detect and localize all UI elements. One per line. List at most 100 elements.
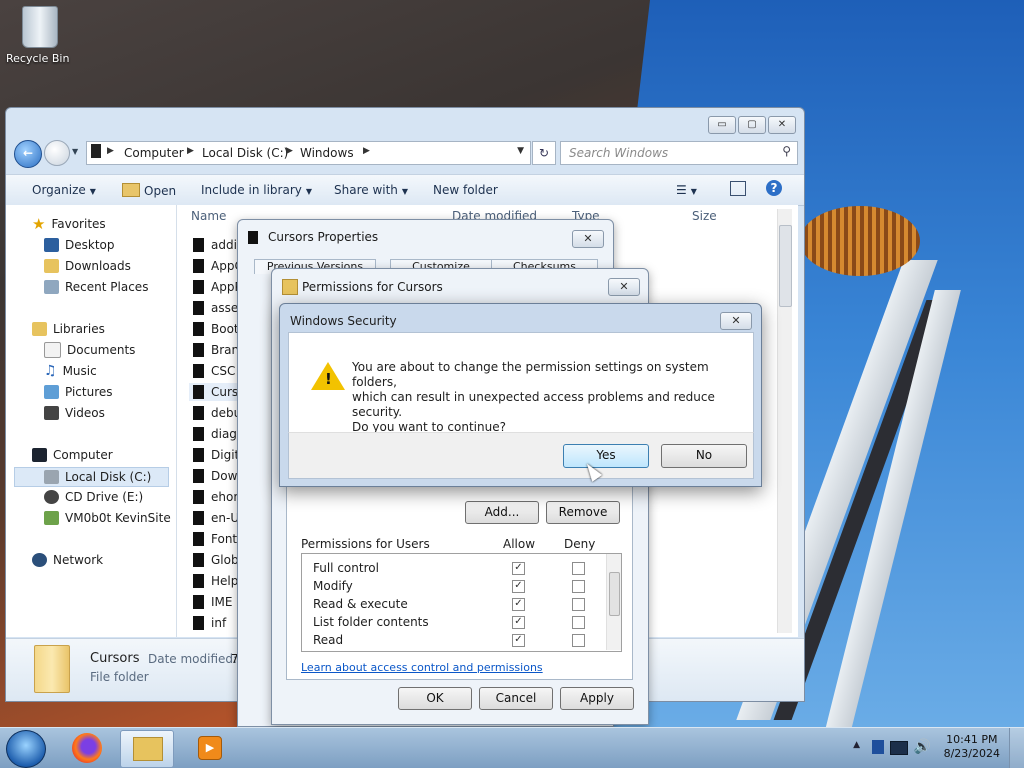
deny-checkbox[interactable] [572, 616, 585, 629]
deny-checkbox[interactable] [572, 562, 585, 575]
scrollbar-thumb[interactable] [779, 225, 792, 307]
nav-local-disk[interactable]: Local Disk (C:) [14, 467, 169, 487]
allow-checkbox[interactable]: ✓ [512, 580, 525, 593]
nav-vm-share[interactable]: VM0b0t KevinSite [44, 509, 171, 527]
breadcrumb-local-disk[interactable]: Local Disk (C:) [202, 146, 288, 160]
scrollbar-thumb[interactable] [609, 572, 620, 616]
breadcrumb-chevron-icon[interactable]: ▶ [286, 146, 293, 156]
open-button[interactable]: Open [122, 183, 176, 198]
folder-small-icon [91, 144, 101, 158]
nav-libraries[interactable]: Libraries [32, 320, 105, 338]
new-folder-button[interactable]: New folder [433, 183, 498, 197]
yes-button[interactable]: Yes [563, 444, 649, 468]
list-item[interactable]: Fonts [193, 530, 243, 548]
list-item[interactable]: Curs [189, 383, 239, 401]
close-button[interactable]: ✕ [572, 230, 604, 248]
minimize-button[interactable]: ▭ [708, 116, 736, 134]
cancel-button[interactable]: Cancel [479, 687, 553, 710]
dialog-title: Permissions for Cursors [302, 280, 443, 294]
deny-checkbox[interactable] [572, 580, 585, 593]
search-input[interactable]: Search Windows ⚲ [560, 141, 798, 165]
list-item[interactable]: en-U [193, 509, 239, 527]
list-item[interactable]: Help [193, 572, 238, 590]
nav-network[interactable]: Network [32, 551, 103, 569]
nav-downloads[interactable]: Downloads [44, 257, 131, 275]
column-size[interactable]: Size [692, 209, 717, 223]
allow-checkbox[interactable]: ✓ [512, 634, 525, 647]
clock[interactable]: 10:41 PM 8/23/2024 [944, 733, 1000, 761]
list-item[interactable]: Boot [193, 320, 239, 338]
ok-button[interactable]: OK [398, 687, 472, 710]
add-button[interactable]: Add... [465, 501, 539, 524]
forward-button[interactable] [44, 140, 70, 166]
back-button[interactable]: ← [14, 140, 42, 168]
search-icon[interactable]: ⚲ [782, 144, 791, 158]
list-item[interactable]: diagr [193, 425, 242, 443]
network-tray-icon[interactable] [890, 741, 908, 755]
nav-music[interactable]: ♫ Music [44, 362, 97, 380]
allow-checkbox[interactable]: ✓ [512, 616, 525, 629]
list-item[interactable]: AppC [193, 257, 243, 275]
list-item[interactable]: asser [193, 299, 243, 317]
refresh-button[interactable]: ↻ [532, 141, 556, 165]
explorer-taskbar-button[interactable] [120, 730, 174, 768]
nav-recent-places[interactable]: Recent Places [44, 278, 148, 296]
show-desktop-button[interactable] [1009, 728, 1024, 768]
help-icon[interactable]: ? [766, 180, 782, 196]
nav-videos[interactable]: Videos [44, 404, 105, 422]
nav-computer[interactable]: Computer [32, 446, 113, 464]
local-disk-icon [44, 470, 59, 484]
preview-pane-icon[interactable] [730, 181, 746, 196]
remove-button[interactable]: Remove [546, 501, 620, 524]
address-bar[interactable]: ▶ Computer ▶ Local Disk (C:) ▶ Windows ▶… [86, 141, 531, 165]
maximize-button[interactable]: ▢ [738, 116, 766, 134]
breadcrumb-windows[interactable]: Windows [300, 146, 354, 160]
firefox-taskbar-button[interactable] [62, 730, 114, 766]
breadcrumb-chevron-icon[interactable]: ▶ [363, 146, 370, 156]
learn-more-link[interactable]: Learn about access control and permissio… [301, 661, 543, 674]
vertical-scrollbar[interactable] [777, 209, 792, 633]
deny-checkbox[interactable] [572, 598, 585, 611]
apply-button[interactable]: Apply [560, 687, 634, 710]
permission-label: Read [313, 633, 344, 647]
view-options-icon[interactable]: ☰ ▼ [676, 183, 697, 197]
list-item[interactable]: Digit [193, 446, 239, 464]
list-item[interactable]: debu [193, 404, 241, 422]
show-hidden-icons-icon[interactable]: ▲ [853, 740, 860, 750]
close-button[interactable]: ✕ [768, 116, 796, 134]
column-name[interactable]: Name [191, 209, 226, 223]
include-in-library-button[interactable]: Include in library ▼ [201, 183, 312, 197]
breadcrumb-chevron-icon[interactable]: ▶ [187, 146, 194, 156]
list-item[interactable]: Dowr [193, 467, 242, 485]
permissions-scrollbar[interactable] [606, 554, 621, 650]
share-with-button[interactable]: Share with ▼ [334, 183, 408, 197]
nav-pictures[interactable]: Pictures [44, 383, 113, 401]
start-button[interactable] [6, 730, 46, 768]
close-button[interactable]: ✕ [720, 312, 752, 330]
breadcrumb-computer[interactable]: Computer [124, 146, 184, 160]
action-center-icon[interactable] [872, 740, 884, 754]
no-button[interactable]: No [661, 444, 747, 468]
nav-cd-drive[interactable]: CD Drive (E:) [44, 488, 143, 506]
list-item[interactable]: Glob [193, 551, 239, 569]
organize-button[interactable]: Organize ▼ [32, 183, 96, 197]
recycle-bin-desktop-icon[interactable]: Recycle Bin [6, 6, 69, 65]
close-button[interactable]: ✕ [608, 278, 640, 296]
list-item[interactable]: inf [193, 614, 226, 632]
list-item[interactable]: CSC [193, 362, 235, 380]
breadcrumb-chevron-icon[interactable]: ▶ [107, 146, 114, 156]
deny-checkbox[interactable] [572, 634, 585, 647]
cd-drive-icon [44, 490, 59, 504]
volume-icon[interactable]: 🔊 [914, 739, 931, 755]
file-name: inf [211, 616, 227, 630]
list-item[interactable]: AppP [193, 278, 242, 296]
address-dropdown-icon[interactable]: ▼ [517, 146, 524, 156]
nav-favorites[interactable]: ★ Favorites [32, 215, 106, 233]
list-item[interactable]: IME [193, 593, 232, 611]
nav-documents[interactable]: Documents [44, 341, 135, 359]
allow-checkbox[interactable]: ✓ [512, 598, 525, 611]
allow-checkbox[interactable]: ✓ [512, 562, 525, 575]
nav-desktop[interactable]: Desktop [44, 236, 115, 254]
media-player-taskbar-button[interactable]: ▶ [184, 730, 236, 766]
recent-pages-dropdown[interactable]: ▼ [72, 147, 78, 156]
